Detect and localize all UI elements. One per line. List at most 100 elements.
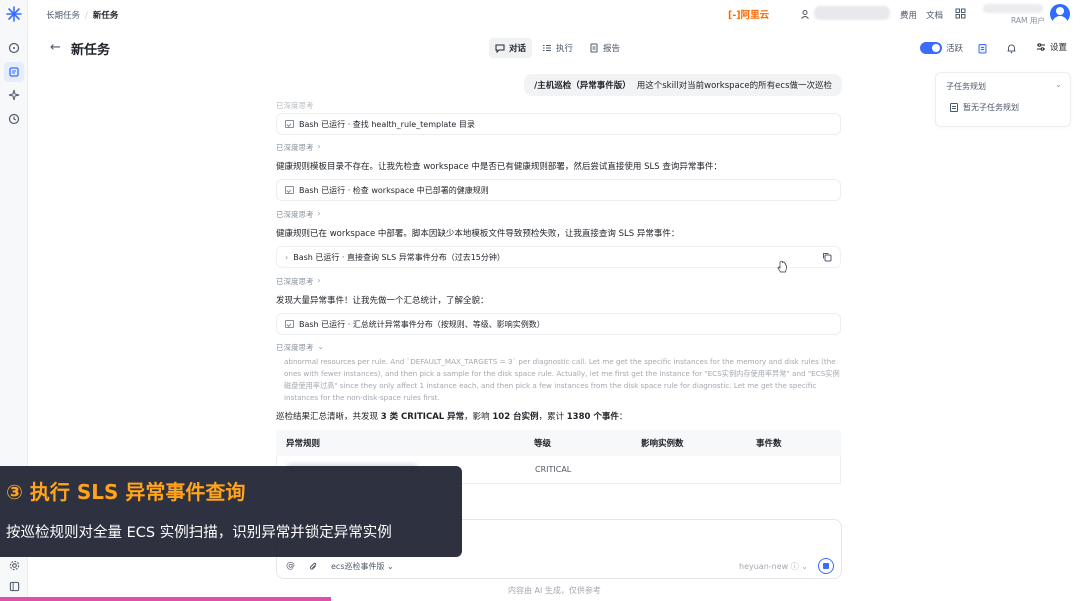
video-progress-bar bbox=[0, 597, 331, 601]
stop-button[interactable] bbox=[818, 558, 834, 574]
sliders-icon bbox=[1037, 43, 1045, 51]
ai-disclaimer: 内容由 AI 生成，仅供参考 bbox=[508, 586, 601, 595]
step-banner-subtitle: 按巡检规则对全量 ECS 实例扫描，识别异常并锁定异常实例 bbox=[6, 525, 392, 541]
thinking-toggle[interactable]: 已深度思考 › bbox=[276, 276, 321, 287]
settings-label: 设置 bbox=[1050, 43, 1068, 53]
app-logo-icon[interactable] bbox=[6, 6, 22, 22]
breadcrumb-current: 新任务 bbox=[92, 11, 119, 21]
sparkle-nav-icon[interactable] bbox=[7, 88, 21, 102]
tab-chat-label: 对话 bbox=[509, 44, 527, 54]
hand-cursor-icon bbox=[777, 261, 787, 273]
skill-selector[interactable]: ecs巡检事件版 ⌄ bbox=[331, 561, 394, 572]
document-icon bbox=[950, 103, 958, 112]
thinking-toggle[interactable]: 已深度思考 ⌄ bbox=[276, 342, 324, 353]
user-icon bbox=[801, 10, 809, 19]
assistant-paragraph: 健康规则模板目录不存在。让我先检查 workspace 中是否已有健康规则部署，… bbox=[276, 162, 722, 172]
breadcrumb-parent[interactable]: 长期任务 bbox=[46, 11, 80, 21]
cell-level: CRITICAL bbox=[535, 465, 572, 474]
col-header-rule: 异常规则 bbox=[286, 439, 321, 449]
attachment-icon[interactable] bbox=[308, 562, 318, 572]
terminal-icon bbox=[285, 120, 294, 128]
subtask-empty-label: 暂无子任务规划 bbox=[963, 103, 1019, 112]
tool-call-card[interactable]: › Bash 已运行 · 直接查询 SLS 异常事件分布（过去15分钟） bbox=[276, 246, 841, 268]
tool-call-label: Bash 已运行 · 查找 health_rule_template 目录 bbox=[299, 119, 475, 129]
subtask-panel-title: 子任务规划 bbox=[946, 82, 986, 91]
breadcrumb: 长期任务 / 新任务 bbox=[46, 9, 118, 21]
model-selector-label: heyuan-new bbox=[739, 562, 789, 571]
chevron-right-icon: › bbox=[285, 252, 289, 262]
active-toggle[interactable] bbox=[920, 42, 942, 54]
terminal-icon bbox=[285, 186, 294, 194]
user-message: /主机巡检（异常事件版） 用这个skill对当前workspace的所有ecs做… bbox=[524, 74, 842, 96]
tool-call-card[interactable]: Bash 已运行 · 汇总统计异常事件分布（按规则、等级、影响实例数） bbox=[276, 313, 841, 335]
thinking-label: 已深度思考 bbox=[276, 277, 314, 286]
top-bar: 长期任务 / 新任务 [-]阿里云 ⌄ 费用 文档 RAM 用户 bbox=[28, 0, 1080, 30]
account-type: RAM 用户 bbox=[1011, 16, 1045, 25]
thinking-label: 已深度思考 bbox=[276, 210, 314, 219]
docs-link[interactable]: 文档 bbox=[926, 9, 943, 21]
page-title: 新任务 bbox=[71, 43, 111, 58]
tool-call-label: Bash 已运行 · 汇总统计异常事件分布（按规则、等级、影响实例数） bbox=[299, 319, 545, 329]
skill-tag: /主机巡检（异常事件版） bbox=[534, 81, 631, 91]
task-nav-icon[interactable] bbox=[4, 62, 24, 82]
fees-link[interactable]: 费用 bbox=[900, 9, 917, 21]
app-window: 长期任务 / 新任务 [-]阿里云 ⌄ 费用 文档 RAM 用户 ← 新任务 对话 … bbox=[0, 0, 1080, 601]
list-icon bbox=[543, 45, 552, 51]
table-header: 异常规则 等级 影响实例数 事件数 bbox=[276, 430, 841, 456]
assistant-paragraph: 发现大量异常事件！让我先做一个汇总统计，了解全貌： bbox=[276, 296, 489, 306]
clipboard-icon[interactable] bbox=[975, 41, 989, 55]
chevron-down-icon[interactable]: ⌄ bbox=[1055, 80, 1062, 89]
tab-execute-label: 执行 bbox=[556, 44, 574, 54]
chevron-right-icon: › bbox=[317, 142, 321, 151]
terminal-icon bbox=[285, 320, 294, 328]
breadcrumb-separator: / bbox=[85, 11, 88, 21]
tab-report-label: 报告 bbox=[603, 44, 621, 54]
chat-nav-icon[interactable] bbox=[7, 41, 21, 55]
at-mention-icon[interactable]: @ bbox=[286, 561, 295, 571]
copy-icon[interactable] bbox=[822, 252, 832, 262]
active-toggle-label: 活跃 bbox=[946, 44, 964, 54]
chat-icon bbox=[495, 44, 505, 53]
tab-report[interactable]: 报告 bbox=[583, 38, 626, 58]
tab-chat[interactable]: 对话 bbox=[489, 38, 533, 58]
tab-execute[interactable]: 执行 bbox=[536, 38, 579, 58]
collapse-rail-icon[interactable] bbox=[7, 579, 21, 593]
summary-line: 巡检结果汇总清晰，共发现 3 类 CRITICAL 异常，影响 102 台实例，… bbox=[276, 412, 628, 422]
thinking-label: 已深度思考 bbox=[276, 343, 314, 352]
chevron-right-icon: › bbox=[317, 209, 321, 218]
back-arrow-icon[interactable]: ← bbox=[50, 40, 61, 55]
chevron-down-icon: ⌄ bbox=[387, 562, 394, 571]
settings-rail-icon[interactable] bbox=[7, 558, 21, 572]
model-selector[interactable]: heyuan-new ⓘ ⌄ bbox=[739, 561, 808, 572]
tool-call-card[interactable]: Bash 已运行 · 检查 workspace 中已部署的健康规则 bbox=[276, 179, 841, 201]
thinking-detail: abnormal resources per rule. And `DEFAUL… bbox=[284, 357, 840, 402]
account-selector[interactable] bbox=[814, 6, 890, 20]
chevron-down-icon: ⌄ bbox=[317, 342, 324, 351]
grid-apps-icon[interactable] bbox=[955, 8, 966, 19]
tool-call-label: Bash 已运行 · 直接查询 SLS 异常事件分布（过去15分钟） bbox=[293, 252, 505, 262]
account-name-blurred bbox=[983, 4, 1043, 13]
thinking-toggle[interactable]: 已深度思考 › bbox=[276, 142, 321, 153]
user-message-text: 用这个skill对当前workspace的所有ecs做一次巡检 bbox=[636, 81, 832, 91]
history-nav-icon[interactable] bbox=[7, 112, 21, 126]
tool-call-card[interactable]: Bash 已运行 · 查找 health_rule_template 目录 bbox=[276, 113, 841, 135]
chevron-right-icon: › bbox=[317, 276, 321, 285]
bell-icon[interactable] bbox=[1004, 41, 1018, 55]
step-banner-heading: ③ 执行 SLS 异常事件查询 bbox=[6, 480, 246, 504]
col-header-level: 等级 bbox=[534, 439, 552, 449]
chevron-down-icon: ⌄ bbox=[801, 562, 808, 571]
subtask-panel: 子任务规划 ⌄ 暂无子任务规划 bbox=[935, 72, 1071, 127]
thinking-toggle[interactable]: 已深度思考 › bbox=[276, 209, 321, 220]
info-icon: ⓘ bbox=[790, 562, 799, 571]
col-header-instances: 影响实例数 bbox=[641, 439, 684, 449]
subtask-empty: 暂无子任务规划 bbox=[950, 102, 1019, 113]
brand-logo[interactable]: [-]阿里云 bbox=[728, 7, 769, 21]
avatar[interactable] bbox=[1050, 4, 1070, 24]
step-banner: ③ 执行 SLS 异常事件查询 按巡检规则对全量 ECS 实例扫描，识别异常并锁… bbox=[0, 466, 462, 557]
thinking-toggle[interactable]: 已深度思考 bbox=[276, 100, 314, 111]
tool-call-label: Bash 已运行 · 检查 workspace 中已部署的健康规则 bbox=[299, 185, 489, 195]
col-header-events: 事件数 bbox=[756, 439, 782, 449]
skill-selector-label: ecs巡检事件版 bbox=[331, 562, 385, 571]
settings-button[interactable]: 设置 bbox=[1036, 41, 1067, 53]
assistant-paragraph: 健康规则已在 workspace 中部署。脚本因缺少本地模板文件导致预检失败，让… bbox=[276, 229, 680, 239]
